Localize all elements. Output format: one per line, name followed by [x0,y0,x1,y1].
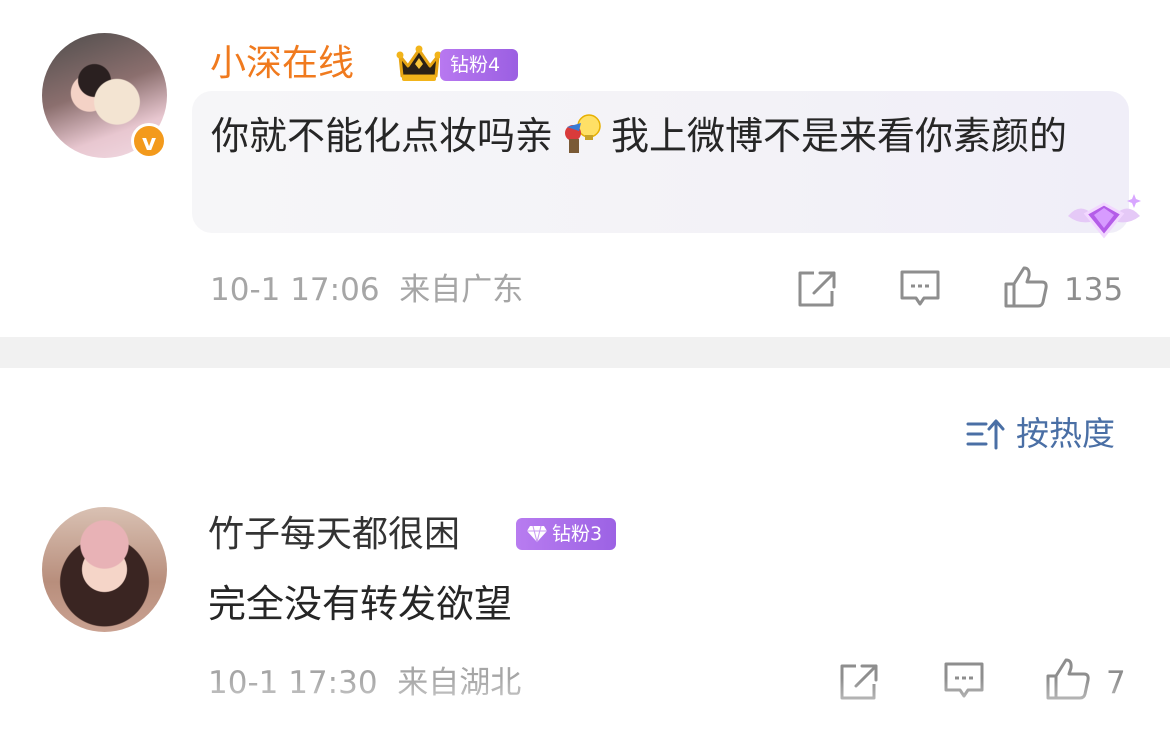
fan-badge: 钻粉3 [516,518,616,550]
section-divider [0,337,1170,368]
avatar[interactable] [42,507,167,632]
thinking-bulb-emoji-icon [565,114,601,153]
like-count: 135 [1064,272,1124,308]
comment-icon[interactable] [898,268,942,310]
fan-badge: 钻粉4 [440,49,518,81]
sort-icon [966,419,1005,450]
comment-text: 你就不能化点妆吗亲 我上微博不是来看你素颜的 [211,114,1068,158]
comment-meta: 10-1 17:06 来自广东 [210,272,524,308]
share-icon[interactable] [796,269,838,309]
crown-icon [396,45,442,81]
username[interactable]: 小深在线 [210,42,354,86]
username[interactable]: 竹子每天都很困 [208,513,460,557]
diamond-icon [527,525,547,543]
bottom-fade-overlay [0,678,1170,730]
verified-badge: v [131,123,167,159]
sort-by-hot-button[interactable]: 按热度 [966,413,1115,455]
like-icon[interactable] [1002,264,1050,310]
comment-text: 完全没有转发欲望 [208,582,513,626]
diamond-wing-badge-icon [1068,194,1141,239]
